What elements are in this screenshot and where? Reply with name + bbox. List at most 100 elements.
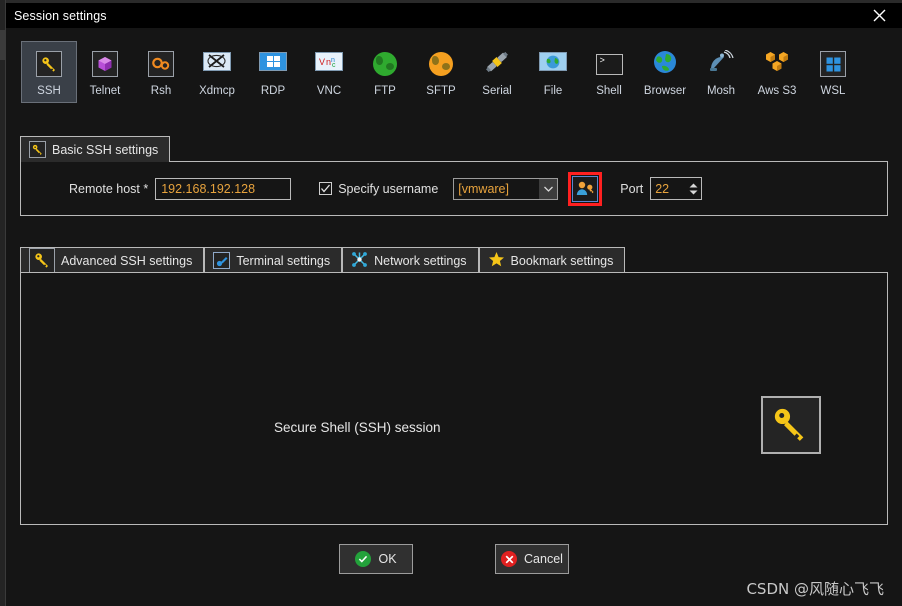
- tab-terminal-label: Terminal settings: [236, 253, 331, 268]
- tab-network-label: Network settings: [374, 253, 467, 268]
- terminal-blue-icon: [213, 252, 231, 269]
- protocol-awss3-glyph: [761, 48, 793, 80]
- cancel-button[interactable]: Cancel: [495, 544, 569, 574]
- star-icon: [488, 251, 505, 271]
- protocol-file-glyph: [537, 48, 569, 80]
- protocol-rdp[interactable]: RDP: [245, 41, 301, 103]
- close-button[interactable]: [856, 3, 902, 28]
- lower-settings-section: Advanced SSH settings Terminal settings …: [20, 246, 888, 526]
- serial-plug-icon: [484, 49, 510, 80]
- blue-globe-icon: [653, 50, 677, 79]
- protocol-wsl[interactable]: WSL: [805, 41, 861, 103]
- chevron-down-icon: [689, 190, 698, 194]
- protocol-xdmcp-glyph: [201, 48, 233, 80]
- satellite-dish-icon: [708, 48, 734, 79]
- protocol-rsh-label: Rsh: [150, 85, 172, 97]
- file-monitor-icon: [539, 52, 567, 76]
- key-icon: [774, 408, 804, 441]
- orange-gears-icon: [148, 51, 174, 77]
- network-nodes-icon: [351, 251, 368, 271]
- protocol-serial-glyph: [481, 48, 513, 80]
- session-key-badge: [761, 396, 821, 454]
- protocol-rdp-glyph: [257, 48, 289, 80]
- cancel-button-label: Cancel: [524, 552, 563, 566]
- protocol-wsl-label: WSL: [820, 85, 846, 97]
- user-key-button[interactable]: [572, 175, 599, 202]
- protocol-rsh[interactable]: Rsh: [133, 41, 189, 103]
- protocol-xdmcp[interactable]: Xdmcp: [189, 41, 245, 103]
- protocol-file[interactable]: File: [525, 41, 581, 103]
- protocol-serial[interactable]: Serial: [469, 41, 525, 103]
- tab-terminal[interactable]: Terminal settings: [204, 247, 343, 273]
- port-value[interactable]: 22: [651, 178, 686, 199]
- chevron-down-icon[interactable]: [539, 178, 558, 199]
- port-label: Port: [620, 181, 644, 196]
- close-icon: [873, 9, 885, 22]
- session-description: Secure Shell (SSH) session: [274, 420, 441, 435]
- protocol-telnet-label: Telnet: [89, 85, 121, 97]
- protocol-ssh[interactable]: SSH: [21, 41, 77, 103]
- remote-host-input[interactable]: [155, 177, 292, 200]
- protocol-xdmcp-label: Xdmcp: [199, 85, 235, 97]
- svg-text:V: V: [319, 57, 325, 67]
- specify-username-checkbox-row[interactable]: Specify username: [319, 182, 438, 196]
- protocol-wsl-glyph: [817, 48, 849, 80]
- purple-cube-icon: [92, 51, 118, 77]
- windows-monitor-icon: [259, 52, 287, 76]
- protocol-ftp-glyph: [369, 48, 401, 80]
- tab-advanced[interactable]: Advanced SSH settings: [20, 247, 205, 274]
- session-content-area: Secure Shell (SSH) session: [20, 272, 888, 525]
- protocol-ssh-label: SSH: [37, 85, 61, 97]
- protocol-vnc[interactable]: V n n c VNC: [301, 41, 357, 103]
- protocol-mosh-glyph: [705, 48, 737, 80]
- specify-username-checkbox[interactable]: [319, 182, 333, 195]
- basic-tabstrip: Basic SSH settings: [20, 135, 888, 162]
- key-icon: [29, 247, 55, 274]
- windows-logo-icon: [820, 51, 846, 77]
- vnc-monitor-icon: V n n c: [315, 52, 343, 76]
- tab-network[interactable]: Network settings: [342, 247, 479, 273]
- tab-basic-ssh-settings[interactable]: Basic SSH settings: [20, 136, 171, 162]
- protocol-ssh-glyph: [33, 48, 65, 80]
- tab-basic-ssh-settings-label: Basic SSH settings: [52, 142, 159, 157]
- tab-bookmark[interactable]: Bookmark settings: [478, 247, 626, 273]
- terminal-prompt-icon: >: [595, 53, 623, 75]
- protocol-sftp[interactable]: SFTP: [413, 41, 469, 103]
- username-dropdown-value: [vmware]: [454, 178, 540, 199]
- checkmark-icon: [321, 184, 331, 193]
- dialog-title: Session settings: [14, 8, 107, 23]
- username-dropdown[interactable]: [vmware]: [453, 177, 559, 200]
- protocol-serial-label: Serial: [482, 85, 512, 97]
- protocol-telnet-glyph: [89, 48, 121, 80]
- tab-advanced-label: Advanced SSH settings: [61, 253, 193, 268]
- dialog-button-row: OK Cancel: [6, 544, 902, 574]
- protocol-sftp-label: SFTP: [426, 85, 456, 97]
- orange-globe-icon: [429, 52, 453, 76]
- user-key-button-highlight: [568, 171, 603, 206]
- protocol-browser-glyph: [649, 48, 681, 80]
- protocol-sftp-glyph: [425, 48, 457, 80]
- protocol-rdp-label: RDP: [260, 85, 286, 97]
- port-stepper[interactable]: 22: [650, 177, 703, 200]
- x-monitor-icon: [203, 52, 231, 76]
- protocol-awss3[interactable]: Aws S3: [749, 41, 805, 103]
- user-key-icon: [577, 181, 594, 195]
- key-icon: [29, 141, 46, 158]
- ok-button[interactable]: OK: [339, 544, 413, 574]
- basic-settings-body: Remote host * Specify username [vmware]: [20, 161, 888, 216]
- protocol-browser[interactable]: Browser: [637, 41, 693, 103]
- port-stepper-arrows[interactable]: [686, 178, 701, 199]
- aws-cubes-icon: [764, 50, 790, 79]
- protocol-telnet[interactable]: Telnet: [77, 41, 133, 103]
- protocol-file-label: File: [543, 85, 563, 97]
- protocol-ftp[interactable]: FTP: [357, 41, 413, 103]
- session-settings-dialog: Session settings SSH Telnet Rsh Xdmcp RD…: [6, 3, 902, 606]
- protocol-shell[interactable]: > Shell: [581, 41, 637, 103]
- protocol-mosh[interactable]: Mosh: [693, 41, 749, 103]
- ok-button-label: OK: [378, 552, 397, 566]
- protocol-rsh-glyph: [145, 48, 177, 80]
- screen-root: Session settings SSH Telnet Rsh Xdmcp RD…: [0, 0, 902, 606]
- basic-ssh-settings-group: Basic SSH settings Remote host * Specify…: [20, 135, 888, 217]
- key-icon: [36, 51, 62, 77]
- check-circle-icon: [355, 551, 372, 567]
